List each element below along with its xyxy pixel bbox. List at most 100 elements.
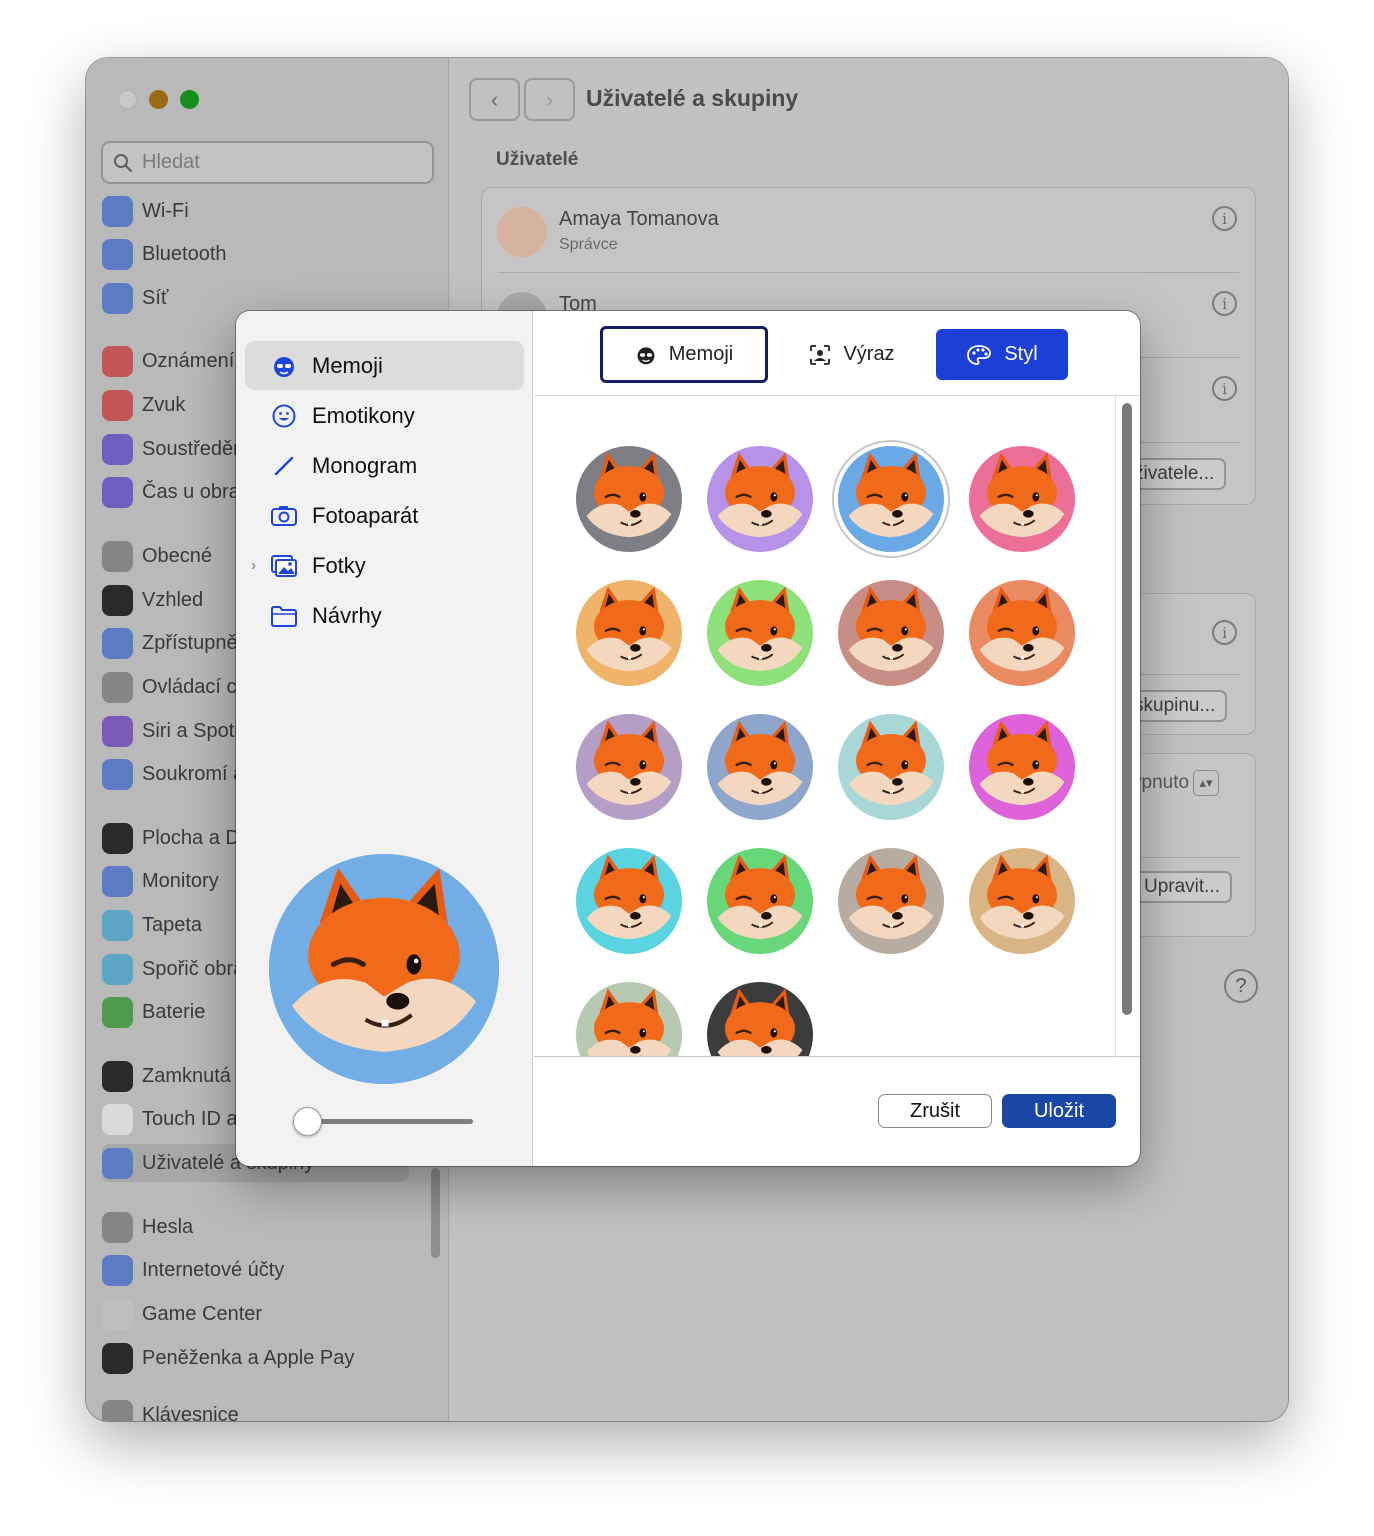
chevron-left-icon: ‹ [490,86,499,112]
picker-sidebar: Memoji Emotikony Monogram Fotoaparát › F… [236,311,533,1166]
sidebar-item[interactable]: Bluetooth [102,235,422,273]
background-swatch[interactable] [838,714,944,820]
back-button[interactable]: ‹ [469,78,520,121]
edit-button[interactable]: Upravit... [1132,871,1233,903]
sidebar-item[interactable]: Klávesnice [102,1396,422,1421]
sidebar-item-label: Internetové účty [142,1258,285,1281]
category-label: Memoji [312,352,383,378]
avatar-picker-sheet: Memoji Emotikony Monogram Fotoaparát › F… [236,311,1140,1166]
background-swatch[interactable] [576,848,682,954]
zoom-slider-knob[interactable] [293,1107,322,1136]
sidebar-item[interactable]: Wi-Fi [102,192,422,230]
background-swatch[interactable] [707,580,813,686]
background-swatch[interactable] [969,446,1075,552]
sidebar-item-label: Klávesnice [142,1403,239,1422]
game-center-icon [102,1298,133,1330]
category-emoji[interactable]: Emotikony [245,391,524,440]
users-section-label: Uživatelé [496,149,579,170]
zoom-button[interactable] [180,90,199,109]
category-memoji[interactable]: Memoji [245,341,524,390]
sidebar-item-label: Síť [142,286,169,309]
background-swatch[interactable] [838,446,944,552]
divider [1115,395,1116,1057]
user-name: Amaya Tomanova [559,208,719,230]
sidebar-item-label: Bluetooth [142,242,227,265]
sidebar-item-label: Obecné [142,544,213,567]
forward-button[interactable]: › [524,78,575,121]
search-placeholder: Hledat [142,151,200,173]
nav-buttons: ‹ › [469,78,575,121]
sidebar-item-label: Wi-Fi [142,199,189,222]
category-camera[interactable]: Fotoaparát [245,491,524,540]
info-icon[interactable]: i [1212,206,1237,231]
close-button[interactable] [118,90,137,109]
background-swatch[interactable] [707,714,813,820]
siri-icon [102,715,133,747]
background-swatch[interactable] [707,446,813,552]
background-swatch[interactable] [576,982,682,1056]
info-icon[interactable]: i [1212,291,1237,316]
page-title: Uživatelé a skupiny [586,85,799,111]
switches-icon [102,671,133,703]
sidebar-scrollbar[interactable] [431,1168,440,1258]
category-suggestions[interactable]: Návrhy [245,591,524,640]
face-scan-icon [810,344,831,365]
appearance-icon [102,584,133,616]
photos-icon [270,552,298,580]
sidebar-item-label: Monitory [142,869,219,892]
sidebar-item-label: Peněženka a Apple Pay [142,1346,355,1369]
category-label: Emotikony [312,402,415,428]
category-monogram[interactable]: Monogram [245,441,524,490]
minimize-button[interactable] [149,90,168,109]
background-swatch[interactable] [576,580,682,686]
memoji-preview [269,854,499,1084]
sidebar-item[interactable]: Internetové účty [102,1251,422,1289]
tab-style[interactable]: Styl [936,329,1068,380]
background-swatch[interactable] [576,714,682,820]
user-role: Správce [559,236,618,253]
background-swatch[interactable] [707,848,813,954]
bell-icon [102,345,133,377]
sidebar-item[interactable]: Game Center [102,1295,422,1333]
flower-icon [102,909,133,941]
tab-expression[interactable]: Výraz [792,329,912,380]
fingerprint-icon [102,1103,133,1135]
background-swatch[interactable] [838,848,944,954]
chevron-right-icon[interactable]: › [251,557,256,574]
info-icon[interactable]: i [1212,376,1237,401]
background-swatch[interactable] [969,848,1075,954]
category-label: Fotoaparát [312,502,419,528]
category-label: Návrhy [312,602,382,628]
avatar [497,207,547,257]
background-swatch[interactable] [969,580,1075,686]
save-button[interactable]: Uložit [1002,1094,1116,1128]
bluetooth-icon [102,238,133,270]
chevron-right-icon: › [545,86,554,112]
zoom-slider-track[interactable] [308,1119,473,1124]
background-swatch[interactable] [969,714,1075,820]
cancel-button[interactable]: Zrušit [878,1094,992,1128]
grid-scrollbar[interactable] [1122,403,1132,1015]
sidebar-item-label: Baterie [142,1000,206,1023]
gear-icon [102,540,133,572]
sidebar-item[interactable]: Hesla [102,1208,422,1246]
hourglass-icon [102,476,133,508]
background-swatch[interactable] [707,982,813,1056]
sidebar-item[interactable]: Peněženka a Apple Pay [102,1339,422,1377]
palette-icon [967,344,992,365]
sidebar-item-label: Zvuk [142,393,186,416]
search-input[interactable]: Hledat [101,141,434,184]
background-swatch[interactable] [576,446,682,552]
tab-label: Memoji [668,343,734,365]
at-icon [102,1254,133,1286]
users-icon [102,1147,133,1179]
background-swatch[interactable] [838,580,944,686]
sidebar-item-label: Oznámení [142,349,235,372]
category-photos[interactable]: › Fotky [245,541,524,590]
category-label: Fotky [312,552,366,578]
help-icon[interactable]: ? [1224,969,1258,1003]
tab-memoji[interactable]: Memoji [600,326,768,383]
user-row[interactable]: Amaya Tomanova Správce i [482,188,1255,273]
info-icon[interactable]: i [1212,620,1237,645]
wallet-icon [102,1342,133,1374]
